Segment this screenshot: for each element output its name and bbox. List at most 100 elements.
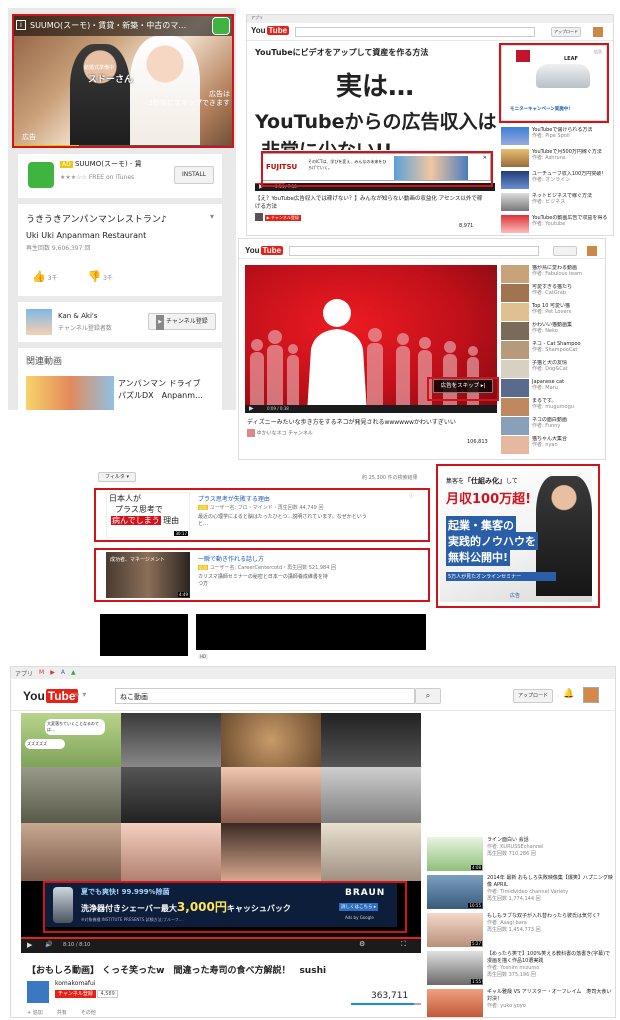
youtube-logo[interactable]: You Tube — [251, 26, 290, 35]
related-text: 2014年 最新 おもしろ失敗映像集【爆笑】ハプニング映像 APRIL 作者: T… — [487, 875, 613, 911]
related-title[interactable]: アンパンマン ドライブ パズルDX Anpanm… — [118, 378, 218, 402]
channel-name[interactable]: ゆかいなネコ チャンネル — [257, 431, 313, 437]
settings-gear-icon[interactable]: ⚙ — [359, 940, 365, 948]
overlay-ad[interactable]: 夏でも爽快! 99.999%除菌 洗浄器付きシェーバー最大3,000円キャッシュ… — [45, 883, 397, 927]
progress-track[interactable] — [21, 937, 421, 939]
related-text: もしもラブな双子が入れ替わったら彼氏は気付く？ 作者: Asagi bara 再生回… — [487, 913, 602, 949]
apps-tab[interactable]: アプリ — [15, 669, 33, 678]
related-item[interactable]: ネコ - Cat Shampoo 作者: ShampooCat — [501, 341, 605, 359]
subscribe-chip[interactable]: ▶ チャンネル登録 — [264, 214, 301, 221]
related-item[interactable]: ネットビジネスで稼ぐ方法 作者: ビジネス — [501, 193, 611, 213]
ad-more-button[interactable]: 詳しくはこちら ▸ — [339, 903, 379, 911]
duration-badge: 10:55 — [468, 903, 482, 908]
suumo-logo-icon[interactable] — [212, 17, 230, 35]
close-icon[interactable]: ✕ — [483, 155, 487, 161]
related-item[interactable]: YouTubeで儲けられる方法 作者: Pipe Spoil — [501, 127, 611, 147]
fullscreen-icon[interactable]: ⛶ — [401, 940, 406, 949]
channel-avatar[interactable] — [247, 429, 255, 437]
related-item[interactable]: 可愛すぎる猫たち 作者: CatGrab — [501, 284, 605, 302]
install-button[interactable]: INSTALL — [174, 166, 214, 184]
related-item[interactable]: 4:08 ライン面白い 会話 作者: KURUSSEchannel 再生回数 710… — [427, 837, 613, 873]
related-item[interactable]: まるです。 作者: mugumogu — [501, 398, 605, 416]
related-thumb[interactable] — [26, 376, 114, 410]
result-title[interactable]: プラス思考が失敗する理由 — [198, 494, 270, 503]
video-player[interactable]: 広告をスキップ ▸| ▶ 0:09 / 0:38 — [245, 265, 497, 413]
play-button-icon[interactable]: ▶ — [27, 941, 32, 949]
related-item[interactable]: ギャル雅哉 VS アリスター・オーフレイム 寿司大食い対決！ 作者: yuko y… — [427, 989, 613, 1017]
dislike-button[interactable]: 👎 3千 — [87, 270, 112, 283]
progress-bar[interactable] — [12, 145, 234, 148]
search-input[interactable]: ねこ動画 — [115, 688, 415, 704]
related-thumb: 1:55 — [427, 951, 483, 985]
redacted-thumb[interactable] — [100, 614, 188, 656]
subscribe-button[interactable]: ▶ チャンネル登録 — [148, 313, 216, 330]
upload-button[interactable] — [553, 246, 577, 256]
banner-ad[interactable]: 広告 LEAF モニターキャンペーン実施中! — [501, 45, 607, 121]
play-button-icon[interactable]: ▶ — [259, 183, 264, 190]
mobile-video-player[interactable]: i SUUMO(スーモ)・賃貸・新築・中古のマ… 結婚式準備中 スドーさん 広告… — [12, 14, 234, 148]
play-button-icon[interactable]: ▶ — [249, 405, 254, 412]
account-avatar[interactable] — [593, 27, 603, 37]
video-area[interactable]: YouTubeにビデオをアップして資産を作る方法 実は… YouTubeからの広… — [255, 43, 496, 191]
youtube-logo[interactable]: You Tube — [245, 246, 284, 255]
channel-avatar[interactable] — [255, 213, 263, 221]
channel-avatar[interactable] — [26, 309, 52, 335]
related-item[interactable]: 10:55 2014年 最新 おもしろ失敗映像集【爆笑】ハプニング映像 APRI… — [427, 875, 613, 911]
skip-countdown: 広告は 3秒後にスキップできます — [138, 90, 230, 108]
account-avatar[interactable] — [583, 687, 599, 703]
related-item[interactable]: 猫ちゃん大集合 作者: nyan — [501, 436, 605, 454]
apps-tab[interactable]: アプリ — [251, 15, 263, 20]
guide-menu-icon[interactable]: ≡ ▾ — [73, 690, 86, 699]
like-button[interactable]: 👍 3千 — [32, 270, 57, 283]
duration-badge: 5:27 — [471, 941, 482, 946]
add-button[interactable]: + 追加 — [27, 1009, 43, 1016]
side-banner-ad[interactable]: 集客を「仕組み化」して 月収100万超! 起業・集客の 実践的ノウハウを 無料公… — [440, 468, 592, 602]
upload-button[interactable]: アップロード — [551, 27, 581, 37]
player-time: 8:10 / 8:10 — [63, 942, 91, 948]
info-icon[interactable]: ⓘ — [409, 492, 414, 499]
related-item[interactable]: Top 10 可愛い猫 作者: Pet Lovers — [501, 303, 605, 321]
account-avatar[interactable] — [587, 246, 597, 256]
volume-icon[interactable]: 🔊 — [45, 941, 52, 948]
gmail-tab[interactable]: M — [39, 669, 44, 677]
related-item[interactable]: Japanese cat 作者: Maru — [501, 379, 605, 397]
chevron-down-icon[interactable]: ▾ — [210, 212, 214, 221]
channel-avatar[interactable] — [27, 981, 49, 1003]
channel-name[interactable]: Kan & Aki's — [58, 312, 97, 320]
more-button[interactable]: その他 — [81, 1009, 96, 1016]
search-input[interactable] — [289, 246, 539, 256]
search-result-ad[interactable]: 日本人が プラス思考で 病んでしまう 理由 30:17 プラス思考が失敗する理由… — [106, 492, 416, 538]
overlay-ad[interactable]: FUJITSU そのICTは、学びを変え、みんなの未来をひろげていく。 ✕ — [261, 153, 491, 181]
related-title: ライン面白い 会話 — [487, 837, 529, 843]
skip-ad-button[interactable]: 広告をスキップ ▸| — [433, 379, 493, 393]
search-result-ad[interactable]: 成功者、マネージメント 4:49 一瞬で動き作れる話し方 広告 ユーザー名: C… — [106, 552, 416, 598]
youtube-tab[interactable]: ▶ — [50, 669, 55, 677]
app-icon[interactable] — [28, 162, 54, 188]
share-button[interactable]: 共有 — [57, 1009, 67, 1016]
ads-by-google[interactable]: Ads by Google — [345, 915, 374, 920]
progress-fill[interactable] — [255, 183, 285, 184]
filter-button[interactable]: フィルタ ▾ — [98, 472, 136, 482]
related-item[interactable]: YouTubeの動画広告で収益を得る 作者: Youtube — [501, 215, 611, 235]
related-item[interactable]: 1:55 【めったら笑で】100%笑える教科書の落書き(字幕)で漫画を描く作品1… — [427, 951, 613, 987]
subscribe-button[interactable]: チャンネル登録 — [55, 990, 96, 998]
a-tab[interactable]: A — [61, 669, 65, 677]
bell-icon[interactable]: 🔔 — [563, 689, 574, 699]
related-item[interactable]: ユーチューブ収入100万円突破！ 作者: オンライン — [501, 171, 611, 191]
drive-tab[interactable]: ▲ — [71, 669, 76, 677]
related-item[interactable]: 猫が鳥に変わる動画 作者: Fabulous team — [501, 265, 605, 283]
related-item[interactable]: 5:27 もしもラブな双子が入れ替わったら彼氏は気付く？ 作者: Asagi ba… — [427, 913, 613, 949]
info-icon[interactable]: i — [16, 20, 26, 30]
upload-button[interactable]: アップロード — [513, 689, 553, 703]
related-meta: 作者: Youtube — [532, 221, 566, 227]
video-player[interactable]: 大変落ちていくことなるのでは… ズズズズズ 夏でも爽快! 99.999%除菌 洗… — [21, 713, 421, 953]
related-item[interactable]: かわいい猫動画集 作者: Neko — [501, 322, 605, 340]
related-item[interactable]: ネコの面白動画 作者: Funny — [501, 417, 605, 435]
youtube-logo[interactable]: You Tube — [23, 689, 78, 703]
search-input[interactable] — [295, 27, 535, 37]
channel-name[interactable]: komakomafui — [55, 980, 96, 987]
result-title[interactable]: 一瞬で動き作れる話し方 — [198, 554, 264, 563]
related-item[interactable]: YouTubeで月500万円稼ぐ方法 作者: Ashruns — [501, 149, 611, 169]
related-item[interactable]: 子猫と犬の友情 作者: Dog&Cat — [501, 360, 605, 378]
search-button[interactable]: ⌕ — [415, 688, 441, 704]
